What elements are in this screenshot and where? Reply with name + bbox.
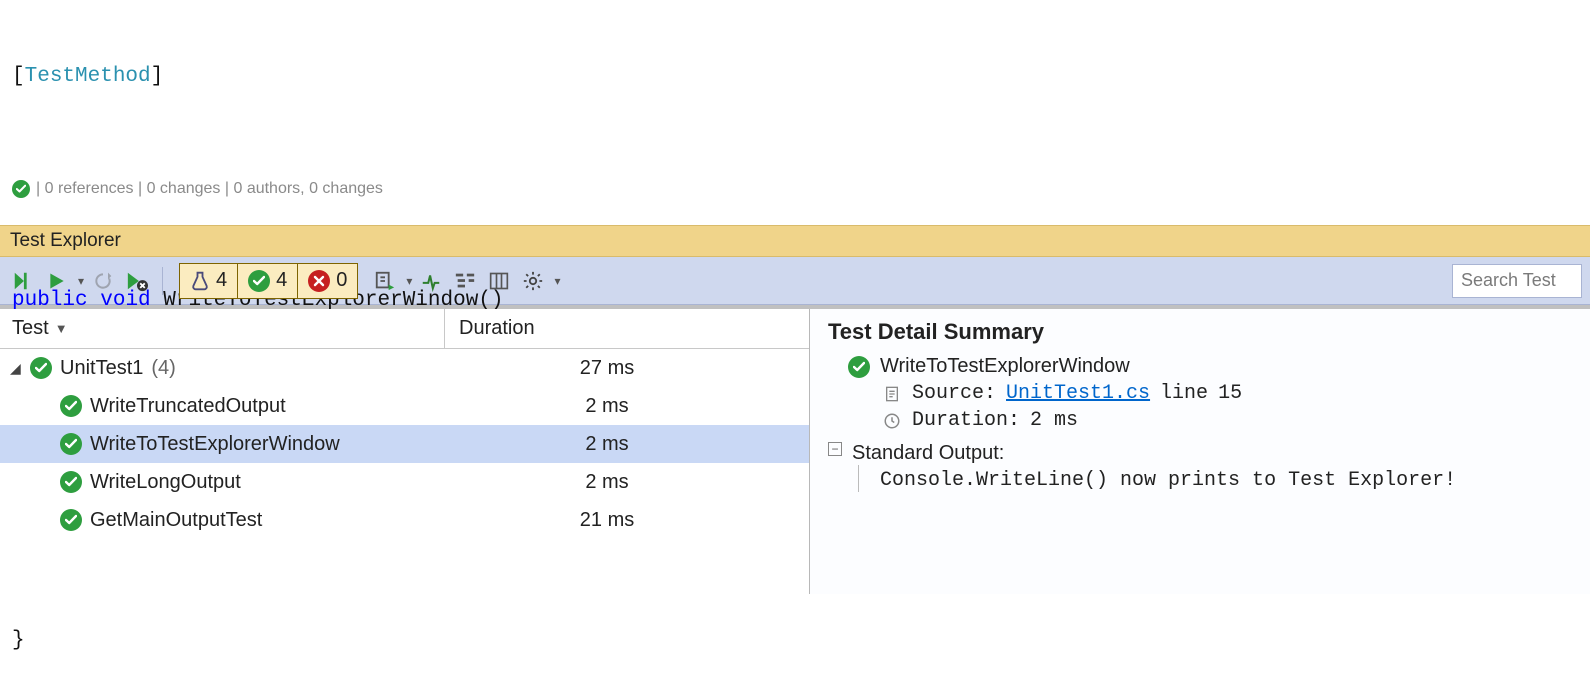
code-editor[interactable]: [TestMethod] | 0 references | 0 changes …	[0, 0, 1590, 225]
source-label: Source:	[912, 382, 996, 405]
detail-title: Test Detail Summary	[828, 319, 1572, 345]
column-header-test[interactable]: Test ▼	[0, 309, 445, 348]
codelens-text[interactable]: | 0 references | 0 changes | 0 authors, …	[36, 178, 383, 200]
pass-icon	[248, 270, 270, 292]
group-by-button[interactable]	[450, 264, 480, 298]
source-line-label: line	[1160, 382, 1208, 405]
run-button[interactable]	[42, 264, 72, 298]
test-duration: 21 ms	[445, 509, 809, 532]
stdout-label: Standard Output:	[852, 442, 1572, 465]
counter-passed[interactable]: 4	[238, 264, 298, 298]
collapse-toggle-icon[interactable]: −	[828, 442, 842, 456]
stdout-text: Console.WriteLine() now prints to Test E…	[866, 465, 1456, 492]
test-explorer-panel-title[interactable]: Test Explorer	[0, 225, 1590, 257]
detail-test-name: WriteToTestExplorerWindow	[880, 355, 1130, 378]
test-name: WriteToTestExplorerWindow	[90, 433, 340, 456]
tree-group-row[interactable]: ◢ UnitTest1 (4) 27 ms	[0, 349, 809, 387]
source-file-icon	[882, 384, 902, 404]
test-explorer-body: Test ▼ Duration ◢ UnitTest1 (4) 27 ms Wr…	[0, 309, 1590, 594]
detail-duration-row: Duration: 2 ms	[882, 409, 1572, 432]
search-input[interactable]: Search Test	[1452, 264, 1582, 298]
source-line-number: 15	[1218, 382, 1242, 405]
detail-test-name-row: WriteToTestExplorerWindow	[848, 355, 1572, 378]
source-file-link[interactable]: UnitTest1.cs	[1006, 382, 1150, 405]
column-header-duration[interactable]: Duration	[445, 317, 809, 340]
sort-indicator-icon: ▼	[55, 321, 68, 336]
duration-value: 2 ms	[1030, 409, 1078, 432]
test-duration: 2 ms	[445, 471, 809, 494]
settings-dropdown[interactable]: ▾	[554, 274, 560, 288]
counter-passed-value: 4	[276, 269, 287, 292]
test-row[interactable]: WriteLongOutput 2 ms	[0, 463, 809, 501]
code-line-attribute: [TestMethod]	[12, 63, 1578, 91]
pass-icon	[60, 433, 82, 455]
pass-icon	[60, 471, 82, 493]
test-duration: 2 ms	[445, 433, 809, 456]
codelens-row[interactable]: | 0 references | 0 changes | 0 authors, …	[12, 176, 1578, 202]
counter-failed[interactable]: 0	[298, 264, 357, 298]
pass-icon	[30, 357, 52, 379]
columns-button[interactable]	[484, 264, 514, 298]
test-duration: 2 ms	[445, 395, 809, 418]
test-explorer-toolbar: ▾ 4 4 0 ▾	[0, 257, 1590, 305]
counter-total[interactable]: 4	[180, 264, 238, 298]
run-after-build-button[interactable]	[416, 264, 446, 298]
group-count: (4)	[151, 357, 175, 380]
toolbar-separator	[162, 267, 163, 295]
grid-header: Test ▼ Duration	[0, 309, 809, 349]
output-tree-guide	[852, 465, 866, 492]
test-detail-pane: Test Detail Summary WriteToTestExplorerW…	[810, 309, 1590, 594]
run-all-button[interactable]	[8, 264, 38, 298]
flask-icon	[190, 270, 210, 292]
run-failed-button[interactable]	[122, 264, 152, 298]
test-row[interactable]: WriteToTestExplorerWindow 2 ms	[0, 425, 809, 463]
group-name: UnitTest1	[60, 357, 143, 380]
test-name: WriteLongOutput	[90, 471, 241, 494]
attribute-name: TestMethod	[25, 65, 151, 88]
counter-total-value: 4	[216, 269, 227, 292]
detail-source-row: Source: UnitTest1.cs line 15	[882, 382, 1572, 405]
group-duration: 27 ms	[445, 357, 809, 380]
playlist-dropdown[interactable]: ▾	[406, 274, 412, 288]
test-row[interactable]: WriteTruncatedOutput 2 ms	[0, 387, 809, 425]
test-row[interactable]: GetMainOutputTest 21 ms	[0, 501, 809, 539]
run-dropdown[interactable]: ▾	[78, 274, 84, 288]
duration-label: Duration:	[912, 409, 1020, 432]
test-tree-pane: Test ▼ Duration ◢ UnitTest1 (4) 27 ms Wr…	[0, 309, 810, 594]
pass-icon	[12, 180, 30, 198]
expand-collapse-icon[interactable]: ◢	[10, 360, 22, 377]
column-header-test-label: Test	[12, 317, 49, 340]
pass-icon	[60, 395, 82, 417]
counter-failed-value: 0	[336, 269, 347, 292]
fail-icon	[308, 270, 330, 292]
bracket-close: ]	[151, 65, 164, 88]
test-name: WriteTruncatedOutput	[90, 395, 286, 418]
playlist-button[interactable]	[370, 264, 400, 298]
pass-icon	[848, 356, 870, 378]
settings-button[interactable]	[518, 264, 548, 298]
test-name: GetMainOutputTest	[90, 509, 262, 532]
standard-output-section: − Standard Output: Console.WriteLine() n…	[828, 442, 1572, 492]
bracket-open: [	[12, 65, 25, 88]
clock-icon	[882, 411, 902, 431]
code-line-brace-close: }	[12, 627, 1578, 655]
test-counters: 4 4 0	[179, 263, 358, 299]
pass-icon	[60, 509, 82, 531]
repeat-last-run-button[interactable]	[88, 264, 118, 298]
